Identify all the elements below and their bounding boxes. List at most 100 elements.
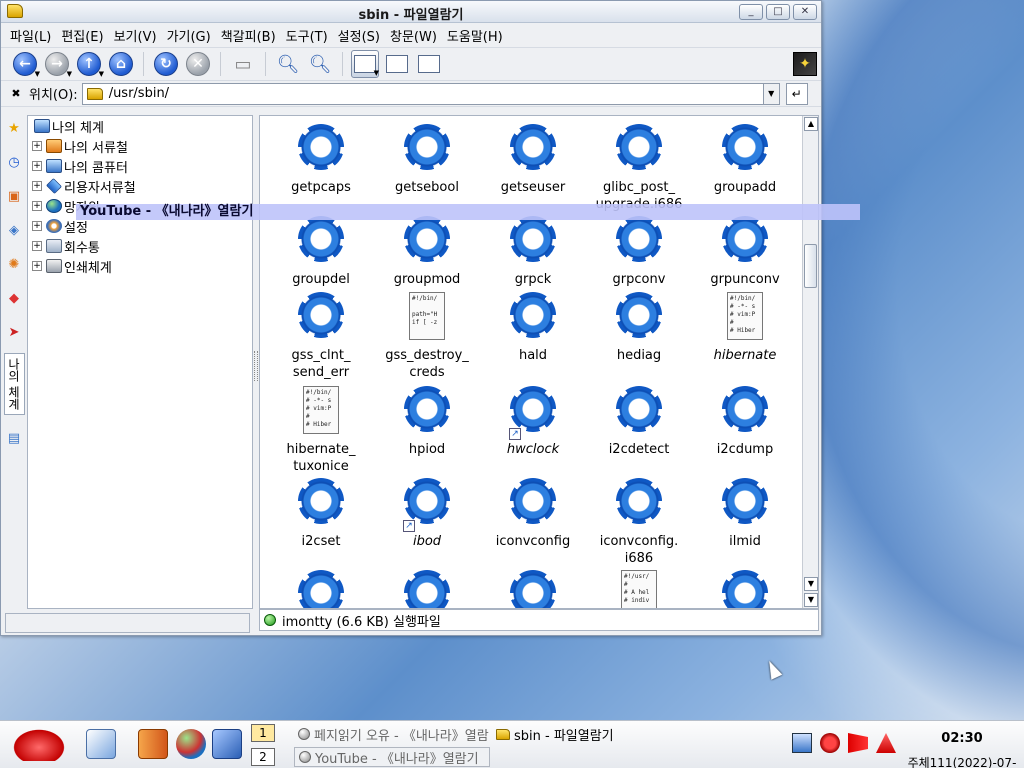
computer-icon[interactable]: ▤ (5, 429, 23, 449)
preview-view-button[interactable] (415, 50, 443, 78)
menu-view[interactable]: 보기(V) (109, 26, 162, 45)
task-youtube[interactable]: YouTube - 《내나라》열람기 (294, 747, 490, 767)
file-item[interactable]: groupadd (692, 120, 798, 216)
home-button[interactable]: ⌂ (107, 50, 135, 78)
expand-icon[interactable]: + (32, 261, 42, 271)
tree-item[interactable]: + 회수통 (28, 236, 252, 256)
editor-launcher-icon[interactable] (86, 729, 116, 759)
file-item[interactable]: ↗ ibod (374, 474, 480, 570)
tree-item[interactable]: + 인쇄체계 (28, 256, 252, 276)
clear-location-icon[interactable]: ✖ (7, 87, 25, 101)
go-button[interactable]: ↵ (785, 82, 808, 105)
desktop-1-button[interactable]: 1 (251, 724, 275, 742)
pane-splitter[interactable] (254, 351, 258, 381)
start-menu-button[interactable] (10, 727, 68, 761)
books-launcher-icon[interactable] (138, 729, 168, 759)
icon-view-button[interactable]: ▼ (351, 50, 379, 78)
home-folder-icon[interactable]: ▣ (5, 187, 23, 207)
task-file-manager[interactable]: sbin - 파일열람기 (492, 724, 692, 744)
expand-icon[interactable]: + (32, 241, 42, 251)
file-item[interactable]: i2cdetect (586, 382, 692, 478)
scroll-up-arrow-icon[interactable]: ▲ (804, 117, 818, 131)
menu-bookmarks[interactable]: 책갈피(B) (216, 26, 281, 45)
file-item[interactable]: getseuser (480, 120, 586, 216)
pin-icon[interactable]: ➤ (5, 323, 23, 343)
menu-window[interactable]: 창문(W) (385, 26, 442, 45)
file-item[interactable]: iconvconfig (480, 474, 586, 570)
vertical-scrollbar[interactable]: ▲ ▼ ▼ (802, 116, 818, 608)
tree-item[interactable]: + 나의 콤퓨터 (28, 156, 252, 176)
alert-icon[interactable] (876, 733, 896, 753)
task-error-page[interactable]: 페지읽기 오유 - 《내나라》열람 (294, 724, 490, 744)
file-item[interactable]: i2cset (268, 474, 374, 570)
minimize-button[interactable]: _ (739, 4, 763, 20)
titlebar[interactable]: sbin - 파일열람기 _ □ ✕ (1, 1, 821, 23)
media-launcher-icon[interactable] (212, 729, 242, 759)
menu-help[interactable]: 도움말(H) (442, 26, 508, 45)
network-icon[interactable]: ◈ (5, 221, 23, 241)
menu-settings[interactable]: 설정(S) (333, 26, 385, 45)
clock[interactable]: 02:30 (920, 731, 1004, 746)
services-icon[interactable]: ✺ (5, 255, 23, 275)
volume-muted-icon[interactable] (820, 733, 840, 753)
file-item[interactable]: glibc_post_ upgrade.i686 (586, 120, 692, 216)
expand-icon[interactable]: + (32, 221, 42, 231)
file-item[interactable] (480, 566, 586, 608)
stop-button[interactable]: ✕ (184, 50, 212, 78)
browser-launcher-icon[interactable] (176, 729, 206, 759)
zoom-out-button[interactable]: 🔍︎ (306, 50, 334, 78)
expand-icon[interactable]: + (32, 141, 42, 151)
tree-item[interactable]: + 리용자서류철 (28, 176, 252, 196)
file-item[interactable]: hald (480, 288, 586, 384)
file-item[interactable]: ↗ hwclock (480, 382, 586, 478)
file-item[interactable]: iconvconfig. i686 (586, 474, 692, 570)
up-button[interactable]: ↑ ▼ (75, 50, 104, 78)
gear-icon (298, 124, 344, 170)
zoom-in-button[interactable]: 🔍︎ (274, 50, 302, 78)
file-item[interactable]: #!/bin/ path="H if [ -z gss_destroy_ cred… (374, 288, 480, 384)
history-clock-icon[interactable]: ◷ (5, 153, 23, 173)
detail-view-button[interactable] (383, 50, 411, 78)
expand-icon[interactable]: + (32, 161, 42, 171)
gear-icon (722, 386, 768, 432)
tag-icon[interactable]: ◆ (5, 289, 23, 309)
file-item[interactable]: #!/bin/ # -*- s # vim:P # # Hiber hiberna… (692, 288, 798, 384)
tree-item[interactable]: + 나의 서류철 (28, 136, 252, 156)
file-item[interactable]: #!/bin/ # -*- s # vim:P # # Hiber hiberna… (268, 382, 374, 478)
flag-icon[interactable] (848, 733, 868, 753)
file-item[interactable]: getsebool (374, 120, 480, 216)
desktop-2-button[interactable]: 2 (251, 748, 275, 766)
file-item[interactable]: i2cdump (692, 382, 798, 478)
forward-button[interactable]: → ▼ (43, 50, 72, 78)
file-item[interactable] (374, 566, 480, 608)
location-input[interactable]: /usr/sbin/ ▼ (81, 82, 780, 105)
file-item[interactable]: getpcaps (268, 120, 374, 216)
menu-file[interactable]: 파일(L) (5, 26, 56, 45)
file-item[interactable]: #!/usr/ # # A hel # indiv (586, 566, 692, 608)
scroll-thumb[interactable] (804, 244, 817, 288)
file-item[interactable]: hediag (586, 288, 692, 384)
scroll-down-arrow-icon[interactable]: ▼ (804, 577, 818, 591)
sidebar-tab-my-system[interactable]: 나의 체계 (3, 353, 25, 415)
menu-go[interactable]: 가기(G) (162, 26, 216, 45)
reload-button[interactable]: ↻ (152, 50, 180, 78)
back-button[interactable]: ← ▼ (11, 50, 40, 78)
menu-edit[interactable]: 편집(E) (56, 26, 108, 45)
expand-icon[interactable]: + (32, 181, 42, 191)
scroll-down-arrow-icon[interactable]: ▼ (804, 593, 818, 607)
print-button[interactable]: ▭ (229, 50, 257, 78)
maximize-button[interactable]: □ (766, 4, 790, 20)
file-item[interactable] (692, 566, 798, 608)
status-bar: imontty (6.6 KB) 실행파일 (259, 609, 819, 631)
file-item[interactable]: hpiod (374, 382, 480, 478)
tree-item[interactable]: 나의 체계 (28, 116, 252, 136)
menu-tools[interactable]: 도구(T) (281, 26, 333, 45)
file-item[interactable] (268, 566, 374, 608)
chevron-down-icon[interactable]: ▼ (762, 83, 779, 104)
bookmarks-star-icon[interactable]: ★ (5, 119, 23, 139)
expand-icon[interactable]: + (32, 201, 42, 211)
close-button[interactable]: ✕ (793, 4, 817, 20)
network-icon[interactable] (792, 733, 812, 753)
file-item[interactable]: ilmid (692, 474, 798, 570)
file-item[interactable]: gss_clnt_ send_err (268, 288, 374, 384)
